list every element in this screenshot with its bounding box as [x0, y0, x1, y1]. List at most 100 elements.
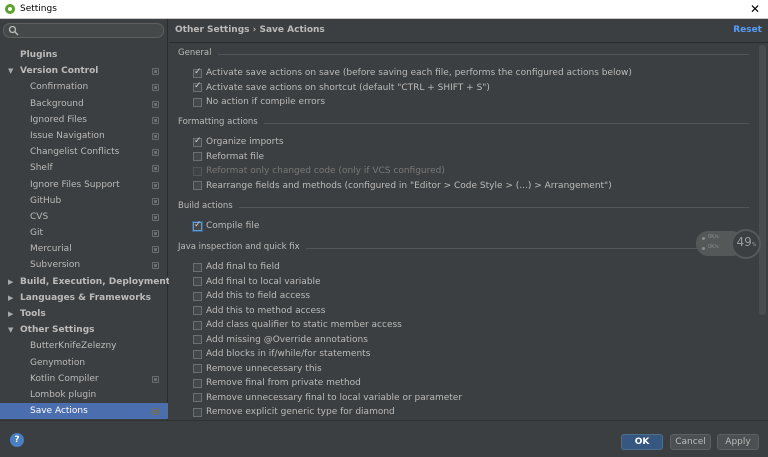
checkbox-checked[interactable] — [193, 136, 202, 147]
option-checkbox-row[interactable]: Reformat file — [193, 150, 264, 164]
option-label: No action if compile errors — [206, 97, 326, 107]
sidebar-item[interactable]: Mercurial — [0, 241, 168, 257]
project-scope-icon — [152, 68, 159, 76]
checkbox-checked[interactable] — [193, 220, 202, 231]
expanded-arrow-icon[interactable]: ▼ — [8, 322, 13, 338]
checkbox-unchecked[interactable] — [193, 364, 202, 373]
option-checkbox-row[interactable]: Rearrange fields and methods (configured… — [193, 179, 612, 193]
checkbox-unchecked[interactable] — [193, 393, 202, 402]
app-icon — [5, 4, 15, 14]
sidebar-item-label: Kotlin Compiler — [30, 373, 99, 384]
option-label: Remove explicit generic type for diamond — [206, 407, 395, 417]
monitor-widget[interactable]: 0K/s 0K/s 49% — [696, 229, 764, 259]
sidebar-item[interactable]: ▶ Languages & Frameworks — [0, 290, 168, 306]
option-checkbox-row[interactable]: Compile file — [193, 219, 259, 233]
option-checkbox-row[interactable]: Add blocks in if/while/for statements — [193, 347, 370, 361]
option-label: Remove unnecessary this — [206, 363, 322, 374]
checkbox-unchecked[interactable] — [193, 378, 202, 388]
option-checkbox-row[interactable]: Remove explicit generic type for diamond — [193, 405, 395, 419]
sidebar-item[interactable]: Ignored Files — [0, 112, 168, 128]
sidebar-item[interactable]: Shelf — [0, 160, 168, 176]
sidebar-item[interactable]: Git — [0, 225, 168, 241]
search-box[interactable] — [3, 23, 164, 38]
close-icon[interactable]: ✕ — [748, 2, 762, 16]
checkbox-unchecked[interactable] — [193, 291, 202, 301]
sidebar-item[interactable]: Issue Navigation — [0, 128, 168, 144]
sidebar-item[interactable]: ▶ Tools — [0, 306, 168, 322]
checkbox-unchecked[interactable] — [193, 277, 202, 286]
option-checkbox-row[interactable]: Add this to field access — [193, 289, 310, 303]
checkbox-unchecked[interactable] — [193, 262, 202, 272]
checkbox-unchecked[interactable] — [193, 152, 202, 161]
sidebar-item-label: Mercurial — [30, 244, 72, 255]
sidebar-item[interactable]: Changelist Conflicts — [0, 144, 168, 160]
sidebar-item[interactable]: Background — [0, 96, 168, 112]
option-checkbox-row[interactable]: Add final to local variable — [193, 275, 321, 289]
sidebar-item[interactable]: CVS — [0, 209, 168, 225]
checkbox-checked[interactable] — [193, 81, 202, 92]
option-checkbox-row[interactable]: Add final to field — [193, 260, 280, 274]
expanded-arrow-icon[interactable]: ▼ — [8, 63, 13, 79]
sidebar-item-label: CVS — [30, 211, 49, 222]
sidebar-item[interactable]: ▼ Other Settings — [0, 322, 168, 338]
sidebar-item[interactable]: Subversion — [0, 257, 168, 273]
title-bar: Settings ✕ — [0, 0, 768, 19]
project-scope-icon — [152, 100, 159, 108]
upload-rate: 0K/s — [708, 234, 719, 240]
option-checkbox-row[interactable]: Add this to method access — [193, 304, 325, 318]
sidebar-item-label: Issue Navigation — [30, 130, 105, 141]
checkbox-unchecked[interactable] — [193, 335, 202, 344]
search-icon — [8, 25, 19, 36]
sidebar-item[interactable]: Kotlin Compiler — [0, 371, 168, 387]
collapsed-arrow-icon[interactable]: ▶ — [8, 274, 13, 290]
option-checkbox-row[interactable]: Add missing @Override annotations — [193, 333, 368, 347]
sidebar-item[interactable]: Ignore Files Support — [0, 177, 168, 193]
project-scope-icon — [152, 408, 159, 416]
option-checkbox-row[interactable]: Remove unnecessary this — [193, 362, 322, 376]
sidebar-item[interactable]: Plugins — [0, 47, 168, 63]
option-checkbox-row[interactable]: Remove final from private method — [193, 376, 361, 390]
section-divider — [239, 207, 749, 208]
sidebar-item-label: Save Actions — [30, 406, 88, 417]
option-checkbox-row[interactable]: Remove unnecessary final to local variab… — [193, 391, 462, 405]
cancel-button[interactable]: Cancel — [670, 434, 711, 450]
checkbox-checked[interactable] — [193, 67, 202, 78]
section-title: General — [178, 48, 212, 58]
option-label: Reformat file — [206, 151, 264, 162]
project-scope-icon — [152, 375, 159, 383]
checkbox-unchecked[interactable] — [193, 320, 202, 330]
sidebar-item[interactable]: ▶ Build, Execution, Deployment — [0, 274, 171, 290]
apply-button[interactable]: Apply — [717, 434, 759, 450]
search-input[interactable] — [19, 24, 163, 37]
sidebar-item[interactable]: Confirmation — [0, 79, 168, 95]
sidebar-item-label: Tools — [20, 309, 46, 319]
checkbox-unchecked[interactable] — [193, 349, 202, 359]
sidebar-item[interactable]: Genymotion — [0, 355, 168, 371]
sidebar-item[interactable]: ButterKnifeZelezny — [0, 338, 168, 354]
option-checkbox-row[interactable]: Add class qualifier to static member acc… — [193, 318, 402, 332]
option-label: Add this to method access — [206, 305, 326, 316]
option-checkbox-row[interactable]: Activate save actions on shortcut (defau… — [193, 81, 490, 95]
options-content: General Activate save actions on save (be… — [169, 44, 757, 420]
help-button[interactable]: ? — [10, 433, 24, 447]
sidebar-item[interactable]: Lombok plugin — [0, 387, 168, 403]
option-checkbox-row[interactable]: Organize imports — [193, 135, 284, 149]
breadcrumb: Other Settings › Save Actions — [175, 25, 325, 35]
project-scope-icon — [152, 230, 159, 238]
option-checkbox-row[interactable]: Activate save actions on save (before sa… — [193, 66, 632, 80]
sidebar-item-label: Build, Execution, Deployment — [20, 276, 171, 287]
checkbox-unchecked[interactable] — [193, 407, 202, 417]
checkbox-unchecked[interactable] — [193, 97, 202, 107]
collapsed-arrow-icon[interactable]: ▶ — [8, 306, 13, 322]
option-label: Activate save actions on save (before sa… — [206, 68, 632, 78]
option-checkbox-row[interactable]: No action if compile errors — [193, 95, 325, 109]
sidebar-item[interactable]: Save Actions — [0, 403, 168, 420]
reset-link[interactable]: Reset — [733, 25, 762, 35]
collapsed-arrow-icon[interactable]: ▶ — [8, 290, 13, 306]
checkbox-unchecked[interactable] — [193, 306, 202, 315]
checkbox-unchecked[interactable] — [193, 181, 202, 190]
sidebar-item[interactable]: ▼ Version Control — [0, 63, 168, 79]
vertical-scrollbar[interactable] — [759, 45, 766, 315]
ok-button[interactable]: OK — [621, 434, 663, 450]
sidebar-item[interactable]: GitHub — [0, 193, 168, 209]
